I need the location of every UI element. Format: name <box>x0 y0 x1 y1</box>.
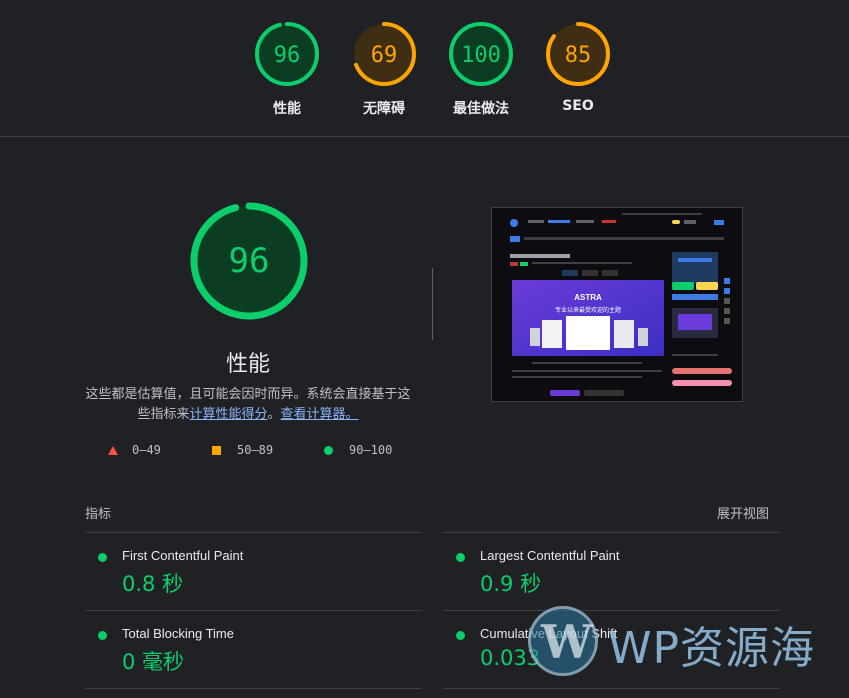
metrics-divider <box>443 688 780 689</box>
score-summary-bar: 96 性能 69 无障碍 100 最佳做法 85 SEO <box>0 0 849 137</box>
gauge-best-practices-ring: 100 <box>449 22 513 86</box>
metric-name: Largest Contentful Paint <box>480 548 620 563</box>
gauge-accessibility[interactable]: 69 无障碍 <box>346 20 422 118</box>
page-screenshot-thumbnail[interactable]: ASTRA 专业以来最受欢迎的主题 <box>491 207 743 402</box>
square-icon <box>212 445 221 455</box>
description-separator: 。 <box>267 407 281 422</box>
circle-icon <box>324 445 333 455</box>
screenshot-hero-text: 专业以来最受欢迎的主题 <box>555 306 621 314</box>
watermark-text: WP资源海 <box>608 623 816 674</box>
triangle-icon <box>108 445 118 455</box>
gauge-best-practices-label: 最佳做法 <box>453 101 509 117</box>
performance-gauge-large: 96 <box>190 202 308 320</box>
legend-fail-range: 0–49 <box>132 443 161 457</box>
screenshot-illustration: ASTRA 专业以来最受欢迎的主题 <box>492 208 742 401</box>
watermark: W WP资源海 <box>528 606 838 676</box>
gauge-accessibility-label: 无障碍 <box>363 101 405 117</box>
legend-average-range: 50–89 <box>237 443 274 457</box>
pass-circle-icon <box>456 553 465 562</box>
gauge-performance-ring: 96 <box>255 22 319 86</box>
gauge-seo[interactable]: 85 SEO <box>540 20 616 114</box>
screenshot-brand: ASTRA <box>574 293 602 302</box>
calculate-score-link[interactable]: 计算性能得分 <box>189 407 267 422</box>
legend-pass-range: 90–100 <box>349 443 393 457</box>
metric-value: 0 毫秒 <box>122 650 185 674</box>
legend-average: 50–89 <box>212 443 273 457</box>
view-calculator-link[interactable]: 查看计算器。 <box>281 407 359 422</box>
performance-score-large: 96 <box>229 241 270 281</box>
wordpress-logo-icon: W <box>528 606 598 676</box>
legend-pass: 90–100 <box>324 443 392 457</box>
gauge-seo-score: 85 <box>565 43 592 68</box>
metrics-divider <box>85 610 422 611</box>
pass-circle-icon <box>456 631 465 640</box>
expand-view-toggle[interactable]: 展开视图 <box>717 503 769 522</box>
performance-title: 性能 <box>225 352 270 377</box>
gauge-seo-ring: 85 <box>546 22 610 86</box>
legend-fail: 0–49 <box>108 443 161 457</box>
metric-value: 0.8 秒 <box>122 572 184 596</box>
vertical-divider <box>432 268 433 340</box>
metrics-divider <box>85 532 422 533</box>
metrics-divider <box>443 532 780 533</box>
performance-description: 这些都是估算值，且可能会因时而异。系统会直接基于这些指标来计算性能得分。查看计算… <box>82 385 414 425</box>
gauge-performance-label: 性能 <box>273 101 301 117</box>
gauge-accessibility-ring: 69 <box>352 22 416 86</box>
metrics-header: 指标 <box>85 507 112 522</box>
gauge-best-practices[interactable]: 100 最佳做法 <box>443 20 519 118</box>
gauge-performance[interactable]: 96 性能 <box>249 20 325 118</box>
metric-name: Total Blocking Time <box>122 626 234 641</box>
metric-value: 0.9 秒 <box>480 572 542 596</box>
metrics-divider <box>85 688 422 689</box>
pass-circle-icon <box>98 553 107 562</box>
metric-name: First Contentful Paint <box>122 548 244 563</box>
gauge-performance-score: 96 <box>274 43 301 68</box>
gauge-seo-label: SEO <box>562 98 594 114</box>
gauge-best-practices-score: 100 <box>461 43 501 68</box>
pass-circle-icon <box>98 631 107 640</box>
gauge-accessibility-score: 69 <box>371 43 398 68</box>
watermark-logo-letter: W <box>541 615 593 669</box>
